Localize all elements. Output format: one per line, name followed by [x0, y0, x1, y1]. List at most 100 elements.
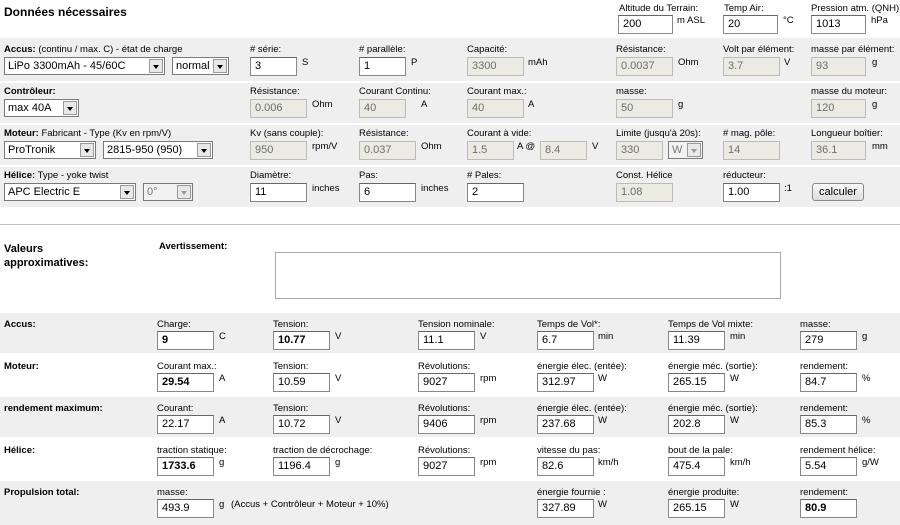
diameter-input[interactable]: 11: [250, 183, 307, 202]
produced-unit: W: [730, 499, 739, 510]
limit-label: Limite (jusqu'à 20s):: [616, 128, 701, 139]
accus-mass-unit: g: [862, 331, 868, 342]
controller-current-unit: A: [421, 99, 428, 110]
pitch-speed-field: 82.6: [537, 457, 594, 476]
mixed-time-unit: min: [730, 331, 746, 342]
pitch-speed-label: vitesse du pas:: [537, 445, 601, 456]
accus-mass-label: masse:: [800, 319, 831, 330]
noload-current-field: 1.5: [467, 141, 514, 160]
result-total-label: Propulsion total:: [4, 487, 80, 498]
noload-at: A @: [517, 141, 536, 152]
motor-resistance-label: Résistance:: [359, 128, 409, 139]
charge-label: Charge:: [157, 319, 191, 330]
blades-input[interactable]: 2: [467, 183, 524, 202]
motor-mech-label: énergie méc. (sortie):: [668, 361, 758, 372]
controller-label: Contrôleur:: [4, 86, 56, 97]
cell-mass-field: 93: [811, 57, 866, 76]
prop-type-value: APC Electric E: [8, 186, 81, 198]
prop-const-field: 1.08: [616, 183, 673, 202]
chevron-down-icon: [213, 59, 227, 73]
maxeff-current-field: 22.17: [157, 415, 214, 434]
noload-label: Courant à vide:: [467, 128, 532, 139]
supplied-unit: W: [598, 499, 607, 510]
motor-resistance-unit: Ohm: [421, 141, 442, 152]
parallel-label: # parallèle:: [359, 44, 406, 55]
accus-resistance-unit: Ohm: [678, 57, 699, 68]
flight-time-unit: min: [598, 331, 614, 342]
accus-tension-field: 10.77: [273, 331, 330, 350]
motor-tension-field: 10.59: [273, 373, 330, 392]
divider: [0, 224, 900, 225]
prop-eff-unit: g/W: [862, 457, 879, 468]
noload-voltage-unit: V: [592, 141, 599, 152]
battery-select[interactable]: LiPo 3300mAh - 45/60C: [4, 57, 165, 75]
altitude-input[interactable]: 200: [618, 15, 673, 34]
motor-current-label: Courant max.:: [157, 361, 217, 372]
temp-input[interactable]: 20: [723, 15, 778, 34]
maxeff-mech-unit: W: [730, 415, 739, 426]
accus-resistance-label: Résistance:: [616, 44, 666, 55]
maxeff-elec-unit: W: [598, 415, 607, 426]
motor-type-select[interactable]: 2815-950 (950): [103, 141, 213, 159]
result-prop-label: Hélice:: [4, 445, 36, 456]
poles-field: 14: [723, 141, 780, 160]
maxeff-eff-field: 85.3: [800, 415, 857, 434]
cell-mass-unit: g: [872, 57, 878, 68]
prop-const-label: Const. Hélice: [616, 170, 673, 181]
serie-input[interactable]: 3: [250, 57, 297, 76]
volt-field: 3.7: [723, 57, 780, 76]
pressure-input[interactable]: 1013: [811, 15, 866, 34]
chevron-down-icon: [177, 185, 191, 199]
results-title: Valeurs approximatives:: [4, 243, 89, 269]
motor-rev-label: Révolutions:: [418, 361, 471, 372]
motor-current-field: 29.54: [157, 373, 214, 392]
limit-unit-select[interactable]: W: [668, 141, 703, 159]
chevron-down-icon: [687, 143, 701, 157]
prop-rev-field: 9027: [418, 457, 475, 476]
kv-unit: rpm/V: [312, 141, 338, 152]
prop-label: Hélice:: [4, 170, 36, 181]
section-title: Données nécessaires: [4, 5, 127, 19]
maxeff-mech-label: énergie méc. (sortie):: [668, 403, 758, 414]
pitch-input[interactable]: 6: [359, 183, 416, 202]
result-motor-label: Moteur:: [4, 361, 39, 372]
prop-type-select[interactable]: APC Electric E: [4, 183, 136, 201]
prop-twist-value: 0°: [147, 186, 158, 198]
motor-label-group: Moteur: Fabricant - Type (Kv en rpm/V): [4, 128, 171, 139]
result-total-row: [0, 481, 900, 525]
limit-field: 330: [616, 141, 663, 160]
stall-thrust-unit: g: [335, 457, 341, 468]
pitch-unit: inches: [421, 183, 449, 194]
motor-eff-label: rendement:: [800, 361, 849, 372]
calculate-button[interactable]: calculer: [812, 183, 864, 201]
gear-unit: :1: [784, 183, 792, 194]
charge-state-value: normal: [176, 60, 210, 72]
volt-label: Volt par élément:: [723, 44, 795, 55]
motor-maker-value: ProTronik: [8, 144, 56, 156]
charge-field: 9: [157, 331, 214, 350]
length-label: Longueur boîtier:: [811, 128, 883, 139]
parallel-input[interactable]: 1: [359, 57, 406, 76]
charge-state-select[interactable]: normal: [172, 57, 229, 75]
motor-tension-unit: V: [335, 373, 342, 384]
maxeff-mech-field: 202.8: [668, 415, 725, 434]
tip-speed-label: bout de la pale:: [668, 445, 733, 456]
kv-field: 950: [250, 141, 307, 160]
produced-field: 265.15: [668, 499, 725, 518]
cell-mass-label: masse par élément:: [811, 44, 895, 55]
stall-thrust-label: traction de décrochage:: [273, 445, 373, 456]
motor-maker-select[interactable]: ProTronik: [4, 141, 96, 159]
warning-textarea[interactable]: [275, 252, 781, 299]
diameter-unit: inches: [312, 183, 340, 194]
supplied-field: 327.89: [537, 499, 594, 518]
motor-rev-unit: rpm: [480, 373, 497, 384]
motor-mech-unit: W: [730, 373, 739, 384]
length-field: 36.1: [811, 141, 866, 160]
prop-twist-select[interactable]: 0°: [143, 183, 193, 201]
controller-select[interactable]: max 40A: [4, 99, 79, 117]
motor-mass-field: 120: [811, 99, 866, 118]
prop-rev-unit: rpm: [480, 457, 497, 468]
controller-mass-unit: g: [678, 99, 684, 110]
warning-label: Avertissement:: [159, 241, 228, 252]
gear-input[interactable]: 1.00: [723, 183, 780, 202]
